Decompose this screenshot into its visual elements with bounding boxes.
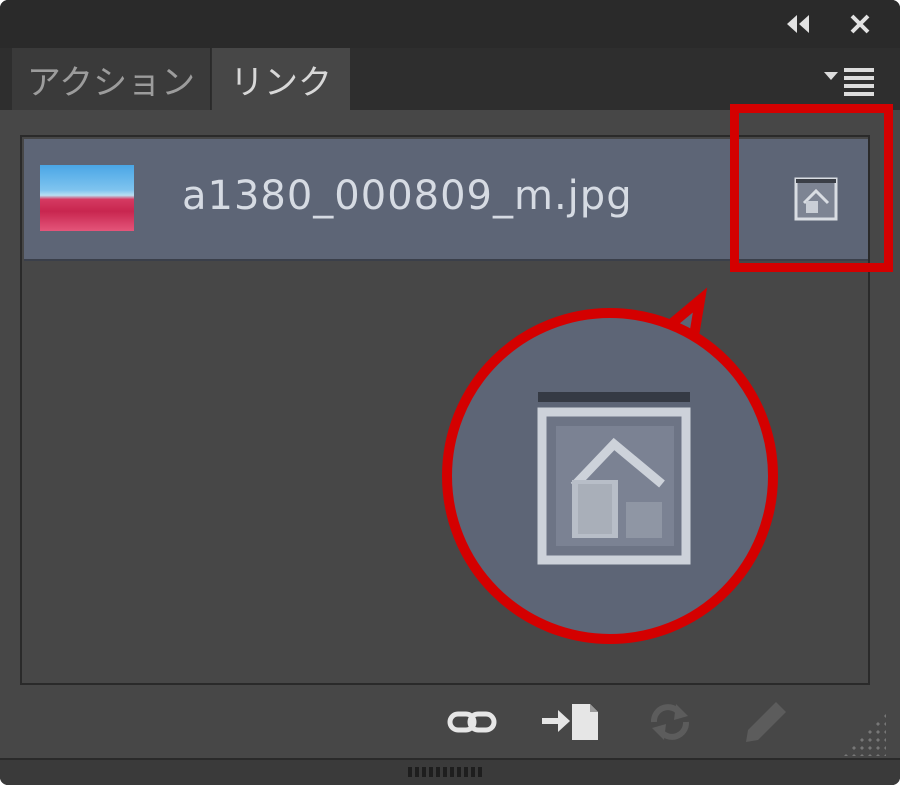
tab-actions[interactable]: アクション — [12, 48, 211, 110]
link-row[interactable]: a1380_000809_m.jpg — [24, 139, 868, 261]
update-link-icon[interactable] — [642, 698, 698, 746]
embedded-icon — [794, 177, 838, 221]
edit-original-icon[interactable] — [736, 698, 792, 746]
drag-grip-icon[interactable] — [408, 767, 484, 777]
link-filename: a1380_000809_m.jpg — [182, 173, 633, 219]
tab-bar: アクション リンク — [0, 48, 900, 110]
close-icon[interactable] — [842, 6, 878, 42]
link-thumbnail — [40, 165, 134, 231]
links-panel: アクション リンク a1380_000809_m.jpg — [0, 0, 900, 785]
double-chevron-left-icon[interactable] — [780, 6, 816, 42]
tab-actions-label: アクション — [26, 62, 196, 103]
go-to-link-icon[interactable] — [540, 698, 598, 746]
panel-menu-icon[interactable] — [820, 62, 880, 102]
panel-titlebar — [0, 0, 900, 48]
tab-links[interactable]: リンク — [212, 48, 350, 110]
tab-links-label: リンク — [230, 62, 332, 103]
links-list: a1380_000809_m.jpg — [20, 135, 870, 685]
relink-icon[interactable] — [444, 698, 500, 746]
